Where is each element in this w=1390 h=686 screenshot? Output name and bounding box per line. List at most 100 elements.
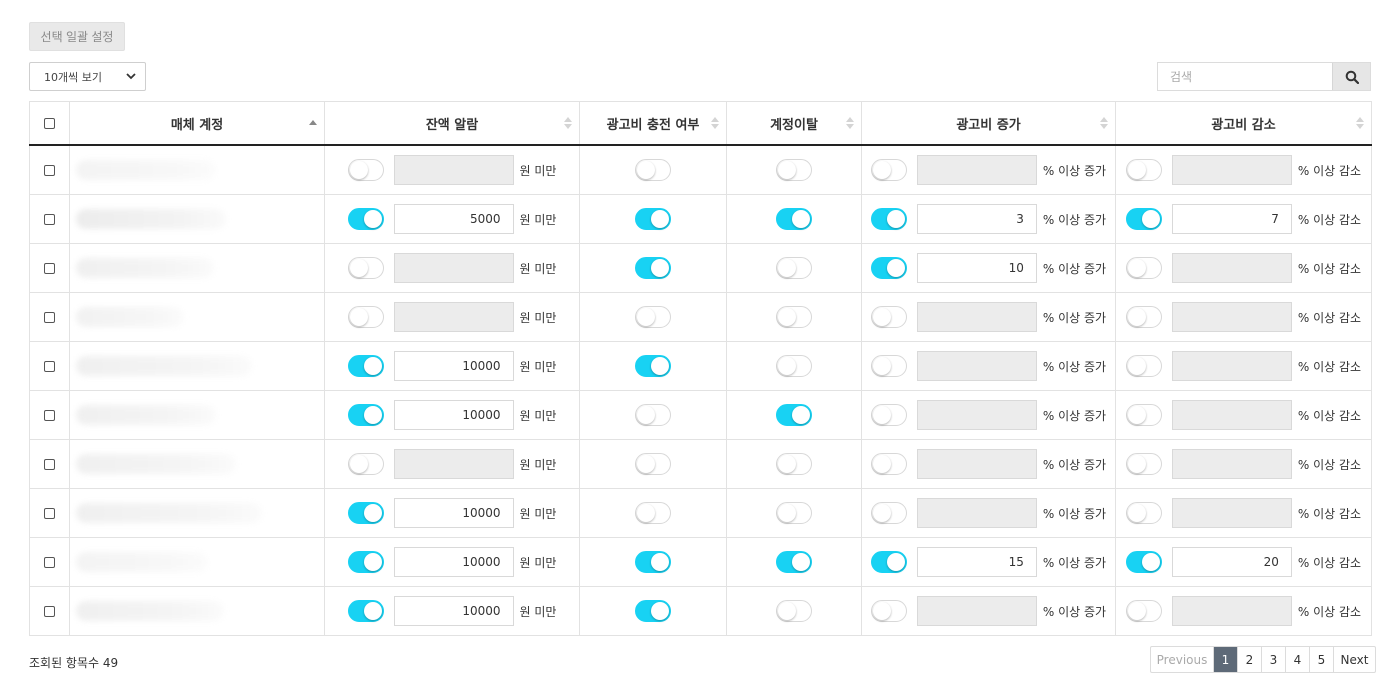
account-cell [69,341,325,391]
ad-decrease-toggle[interactable] [1125,600,1162,622]
ad-decrease-cell: % 이상 감소 [1115,144,1372,195]
page-2-button[interactable]: 2 [1237,647,1261,672]
account-name-redacted [76,356,252,376]
account-leave-toggle[interactable] [776,306,812,328]
row-checkbox[interactable] [44,508,55,519]
ad-charge-toggle[interactable] [635,453,671,475]
ad-decrease-toggle[interactable] [1125,257,1162,279]
decrease-percent-input[interactable]: 20 [1171,547,1292,577]
account-leave-toggle[interactable] [776,208,812,230]
account-leave-toggle[interactable] [776,257,812,279]
ad-decrease-toggle[interactable] [1125,159,1162,181]
page-3-button[interactable]: 3 [1261,647,1285,672]
ad-decrease-toggle[interactable] [1125,453,1162,475]
ad-increase-toggle[interactable] [870,306,907,328]
bulk-settings-button[interactable]: 선택 일괄 설정 [29,22,125,51]
pagination-next[interactable]: Next [1333,647,1375,672]
col-header-account-leave[interactable]: 계정이탈 [726,101,862,146]
balance-amount-input[interactable]: 10000 [393,351,514,381]
balance-alarm-toggle[interactable] [347,453,384,475]
page-size-select[interactable]: 10개씩 보기 [29,62,146,91]
page-1-button[interactable]: 1 [1213,647,1237,672]
ad-decrease-toggle[interactable] [1125,355,1162,377]
col-header-balance-alarm[interactable]: 잔액 알람 [324,101,580,146]
balance-amount-input[interactable]: 10000 [393,547,514,577]
pagination-previous[interactable]: Previous [1151,647,1213,672]
balance-alarm-toggle[interactable] [347,159,384,181]
row-checkbox[interactable] [44,557,55,568]
col-header-ad-charge[interactable]: 광고비 충전 여부 [579,101,727,146]
ad-increase-toggle[interactable] [870,600,907,622]
account-leave-toggle[interactable] [776,502,812,524]
ad-decrease-toggle[interactable] [1125,306,1162,328]
decrease-percent-input[interactable]: 7 [1171,204,1292,234]
balance-amount-input[interactable]: 10000 [393,400,514,430]
balance-alarm-toggle[interactable] [347,600,384,622]
ad-increase-toggle[interactable] [870,453,907,475]
balance-alarm-toggle[interactable] [347,208,384,230]
col-header-account[interactable]: 매체 계정 [69,101,325,146]
ad-charge-toggle[interactable] [635,404,671,426]
account-leave-toggle[interactable] [776,600,812,622]
increase-percent-input[interactable]: 10 [916,253,1037,283]
select-all-checkbox[interactable] [44,117,55,129]
balance-alarm-toggle[interactable] [347,306,384,328]
row-checkbox[interactable] [44,459,55,470]
balance-alarm-toggle[interactable] [347,257,384,279]
balance-alarm-toggle[interactable] [347,551,384,573]
increase-percent-input[interactable]: 15 [916,547,1037,577]
ad-charge-toggle[interactable] [635,159,671,181]
balance-alarm-toggle[interactable] [347,502,384,524]
balance-amount-input[interactable]: 10000 [393,498,514,528]
ad-charge-toggle[interactable] [635,600,671,622]
col-header-ad-decrease[interactable]: 광고비 감소 [1115,101,1372,146]
row-checkbox[interactable] [44,410,55,421]
row-checkbox[interactable] [44,214,55,225]
search-input[interactable] [1158,63,1332,90]
ad-charge-toggle[interactable] [635,208,671,230]
ad-charge-toggle[interactable] [635,502,671,524]
page-5-button[interactable]: 5 [1309,647,1333,672]
table-row: 10000 원 미만 15 % 이상 증가 20 % 이상 감소 [29,537,1372,587]
balance-amount-input[interactable]: 5000 [393,204,514,234]
balance-amount-input[interactable]: 10000 [393,596,514,626]
ad-decrease-toggle[interactable] [1125,551,1162,573]
balance-alarm-toggle[interactable] [347,355,384,377]
ad-charge-toggle[interactable] [635,355,671,377]
row-checkbox[interactable] [44,165,55,176]
page-4-button[interactable]: 4 [1285,647,1309,672]
toggle-knob [872,357,891,375]
ad-decrease-toggle[interactable] [1125,404,1162,426]
ad-increase-toggle[interactable] [870,257,907,279]
ad-increase-toggle[interactable] [870,551,907,573]
ad-increase-toggle[interactable] [870,355,907,377]
ad-increase-toggle[interactable] [870,404,907,426]
ad-decrease-toggle[interactable] [1125,502,1162,524]
row-checkbox[interactable] [44,606,55,617]
row-select-cell [29,537,70,587]
row-checkbox[interactable] [44,361,55,372]
ad-increase-cell: % 이상 증가 [861,488,1116,538]
col-header-ad-increase[interactable]: 광고비 증가 [861,101,1116,146]
toggle-knob [363,357,382,375]
ad-charge-toggle[interactable] [635,306,671,328]
ad-decrease-cell: % 이상 감소 [1115,341,1372,391]
ad-increase-toggle[interactable] [870,208,907,230]
account-leave-toggle[interactable] [776,355,812,377]
ad-charge-toggle[interactable] [635,551,671,573]
ad-increase-toggle[interactable] [870,502,907,524]
ad-charge-toggle[interactable] [635,257,671,279]
balance-amount-input [393,449,514,479]
search-button[interactable] [1332,63,1370,90]
account-leave-toggle[interactable] [776,159,812,181]
increase-percent-input[interactable]: 3 [916,204,1037,234]
row-checkbox[interactable] [44,312,55,323]
account-leave-toggle[interactable] [776,453,812,475]
balance-alarm-toggle[interactable] [347,404,384,426]
ad-increase-toggle[interactable] [870,159,907,181]
account-leave-toggle[interactable] [776,551,812,573]
ad-charge-cell [579,144,727,195]
ad-decrease-toggle[interactable] [1125,208,1162,230]
account-leave-toggle[interactable] [776,404,812,426]
row-checkbox[interactable] [44,263,55,274]
